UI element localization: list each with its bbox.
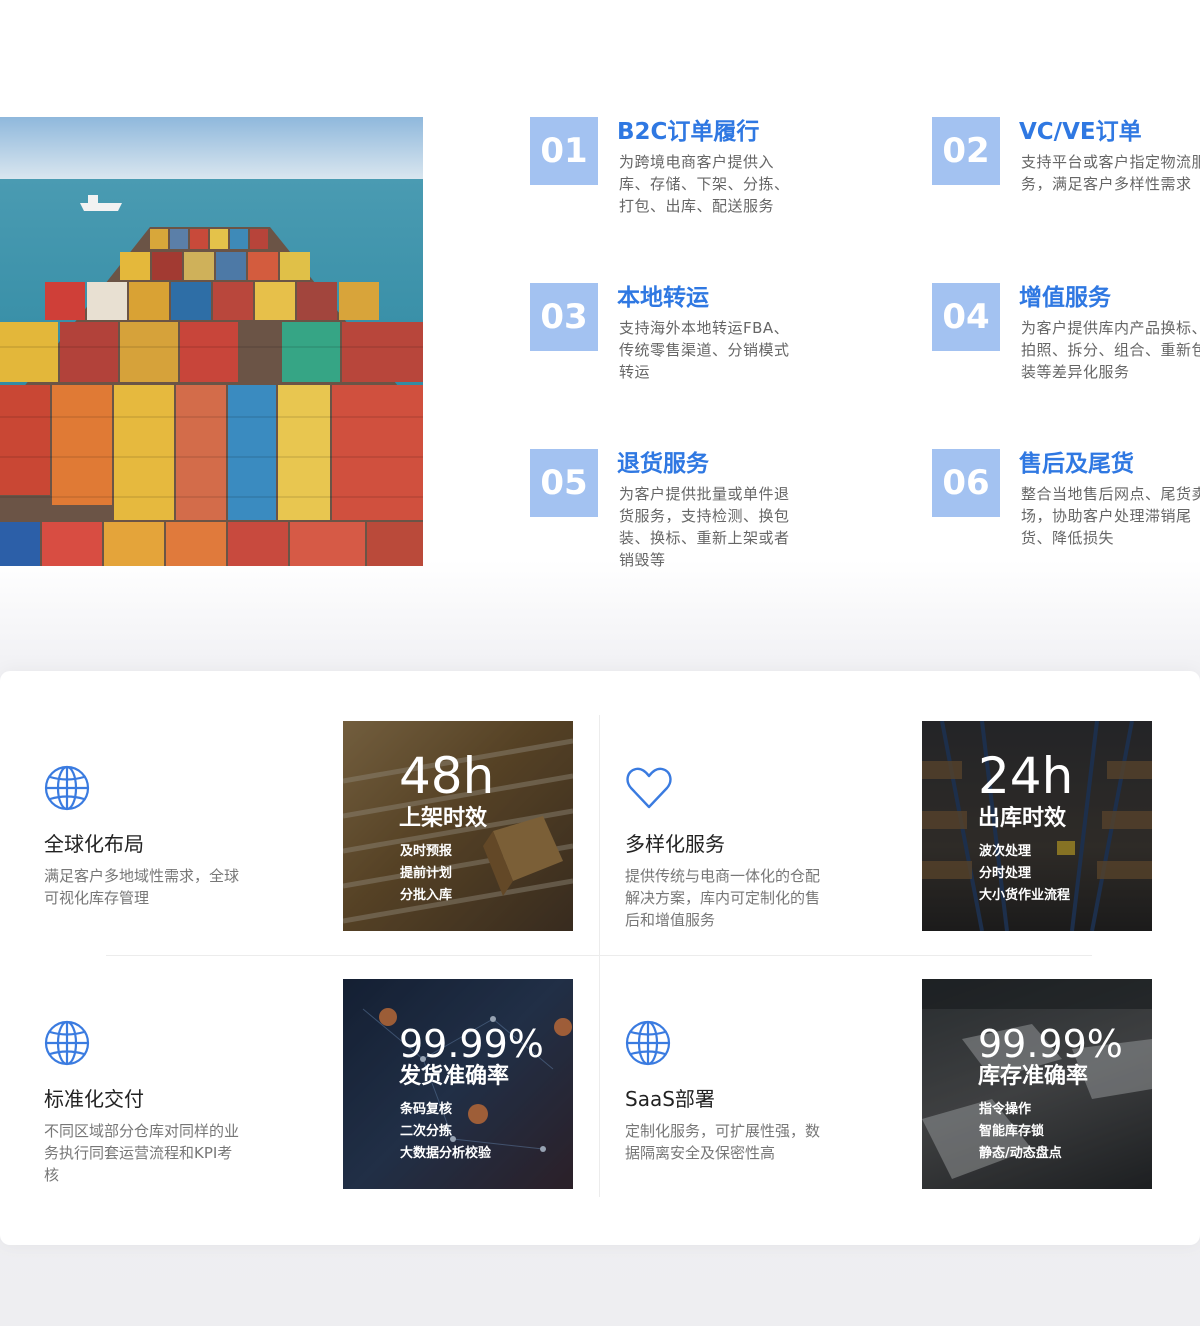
feature-desc: 不同区域部分仓库对同样的业务执行同套运营流程和KPI考核 (44, 1122, 240, 1184)
service-title: 售后及尾货 (1019, 451, 1134, 477)
service-number: 05 (530, 449, 598, 517)
stat-item: 指令操作 (979, 1102, 1032, 1117)
stat-item: 智能库存锁 (979, 1124, 1045, 1139)
service-desc: 为跨境电商客户提供入库、存储、下架、分拣、打包、出库、配送服务 (619, 153, 790, 215)
stat-label: 库存准确率 (978, 1064, 1089, 1089)
stat-item: 二次分拣 (400, 1124, 453, 1139)
service-title: 增值服务 (1019, 285, 1111, 311)
service-item-value-added: 04 增值服务 为客户提供库内产品换标、拍照、拆分、组合、重新包装等差异化服务 (932, 283, 1200, 413)
service-item-after-sales: 06 售后及尾货 整合当地售后网点、尾货卖场，协助客户处理滞销尾货、降低损失 (932, 449, 1200, 579)
stat-item: 大数据分析校验 (400, 1146, 492, 1161)
stat-item: 波次处理 (979, 844, 1032, 859)
globe-icon (625, 1020, 671, 1066)
stat-card-shipping-accuracy: 99.99% 发货准确率 条码复核 二次分拣 大数据分析校验 (343, 979, 573, 1189)
stat-label: 出库时效 (978, 806, 1067, 831)
service-desc: 整合当地售后网点、尾货卖场，协助客户处理滞销尾货、降低损失 (1021, 485, 1200, 547)
feature-desc: 满足客户多地域性需求，全球可视化库存管理 (44, 867, 240, 907)
stat-item: 及时预报 (400, 844, 453, 859)
service-desc: 支持海外本地转运FBA、传统零售渠道、分销模式转运 (619, 319, 790, 381)
stat-card-inventory-accuracy: 99.99% 库存准确率 指令操作 智能库存锁 静态/动态盘点 (922, 979, 1152, 1189)
feature-title: 标准化交付 (44, 1087, 144, 1111)
feature-title: 多样化服务 (625, 832, 725, 856)
stat-label: 上架时效 (399, 806, 488, 831)
feature-saas-deployment: SaaS部署 定制化服务，可扩展性强，数据隔离安全及保密性高 (625, 1019, 845, 1164)
service-title: 本地转运 (617, 285, 709, 311)
service-desc: 支持平台或客户指定物流服务，满足客户多样性需求 (1021, 153, 1200, 193)
feature-diverse-services: 多样化服务 提供传统与电商一体化的仓配解决方案，库内可定制化的售后和增值服务 (625, 764, 845, 931)
service-item-returns: 05 退货服务 为客户提供批量或单件退货服务，支持检测、换包装、换标、重新上架或… (530, 449, 798, 579)
feature-title: SaaS部署 (625, 1087, 715, 1111)
stat-card-outbound: 24h 出库时效 波次处理 分时处理 大小货作业流程 (922, 721, 1152, 931)
service-number: 01 (530, 117, 598, 185)
service-desc: 为客户提供库内产品换标、拍照、拆分、组合、重新包装等差异化服务 (1021, 319, 1200, 381)
stat-value: 24h (978, 747, 1074, 805)
stat-item: 提前计划 (400, 866, 453, 881)
service-item-vcve: 02 VC/VE订单 支持平台或客户指定物流服务，满足客户多样性需求 (932, 117, 1200, 247)
stat-item: 大小货作业流程 (979, 888, 1071, 903)
stat-item: 分时处理 (979, 866, 1032, 881)
service-desc: 为客户提供批量或单件退货服务，支持检测、换包装、换标、重新上架或者销毁等 (619, 485, 790, 569)
feature-desc: 提供传统与电商一体化的仓配解决方案，库内可定制化的售后和增值服务 (625, 867, 821, 929)
stat-value: 48h (399, 747, 495, 805)
service-title: VC/VE订单 (1019, 119, 1142, 145)
feature-desc: 定制化服务，可扩展性强，数据隔离安全及保密性高 (625, 1122, 821, 1162)
feature-global-layout: 全球化布局 满足客户多地域性需求，全球可视化库存管理 (44, 764, 264, 909)
stat-item: 静态/动态盘点 (979, 1146, 1062, 1161)
service-item-local-transfer: 03 本地转运 支持海外本地转运FBA、传统零售渠道、分销模式转运 (530, 283, 798, 413)
service-title: 退货服务 (617, 451, 709, 477)
service-item-b2c: 01 B2C订单履行 为跨境电商客户提供入库、存储、下架、分拣、打包、出库、配送… (530, 117, 798, 247)
globe-icon (44, 765, 90, 811)
container-ship-photo (0, 117, 423, 566)
advantages-card: 全球化布局 满足客户多地域性需求，全球可视化库存管理 多样化服务 提供传统与电商… (0, 671, 1200, 1245)
feature-title: 全球化布局 (44, 832, 144, 856)
stat-item: 条码复核 (400, 1102, 453, 1117)
divider-horizontal (106, 955, 1092, 956)
divider-vertical (599, 715, 600, 1197)
service-number: 04 (932, 283, 1000, 351)
service-title: B2C订单履行 (617, 119, 760, 145)
feature-standardized-delivery: 标准化交付 不同区域部分仓库对同样的业务执行同套运营流程和KPI考核 (44, 1019, 264, 1186)
stat-label: 发货准确率 (399, 1064, 510, 1089)
service-number: 06 (932, 449, 1000, 517)
service-number: 03 (530, 283, 598, 351)
service-number: 02 (932, 117, 1000, 185)
stat-card-putaway: 48h 上架时效 及时预报 提前计划 分批入库 (343, 721, 573, 931)
globe-icon (44, 1020, 90, 1066)
heart-icon (626, 767, 672, 809)
stat-item: 分批入库 (400, 888, 453, 903)
